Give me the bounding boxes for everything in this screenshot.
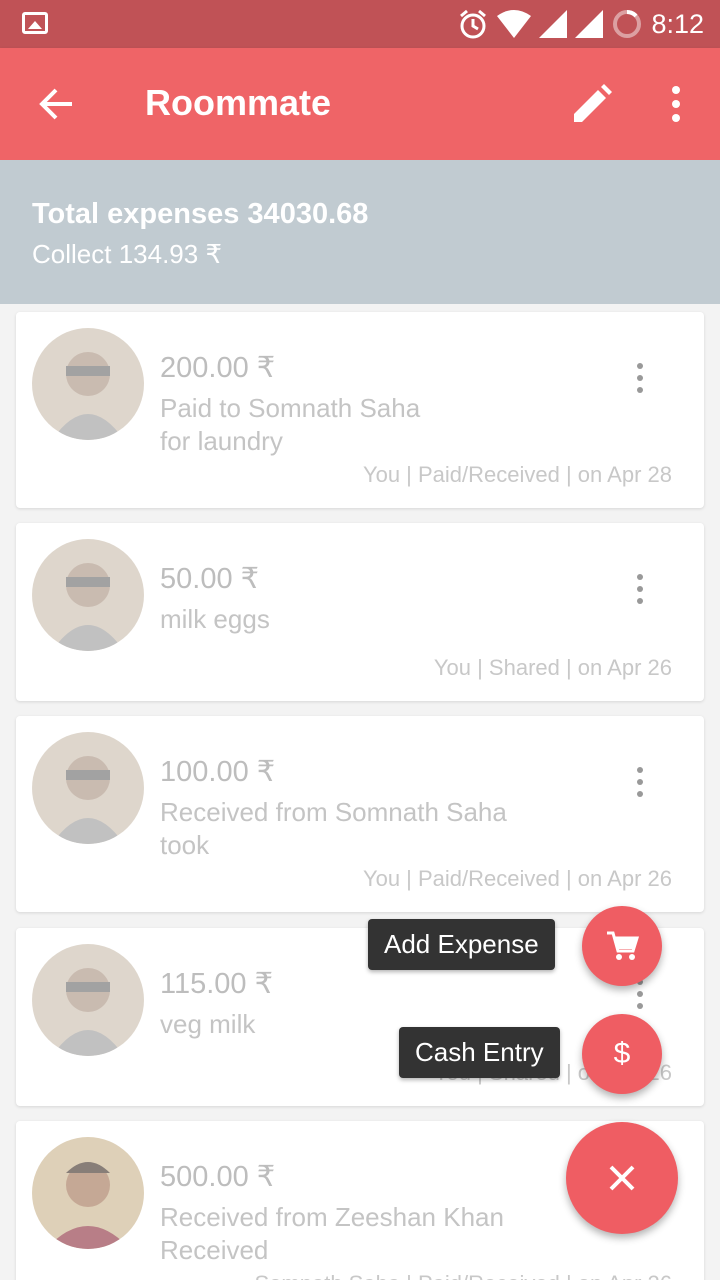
entry-description: Received from Zeeshan Khan Received	[160, 1201, 580, 1267]
expense-summary: Total expenses 34030.68 Collect 134.93 ₹	[0, 160, 720, 304]
signal-icon	[539, 10, 568, 38]
page-title: Roommate	[145, 82, 332, 123]
dollar-icon: $	[613, 1037, 631, 1070]
entry-description-line: Received	[160, 1235, 269, 1265]
app-bar: Roommate	[0, 48, 720, 160]
entry-description-line: took	[160, 830, 210, 860]
entry-description-line: Paid to Somnath Saha	[160, 393, 421, 423]
back-arrow-icon[interactable]	[36, 84, 76, 124]
entry-menu-icon[interactable]	[628, 571, 652, 607]
status-bar: 8:12	[0, 0, 720, 48]
entry-amount: 200.00 ₹	[160, 352, 276, 384]
entry-description: Paid to Somnath Saha for laundry	[160, 392, 580, 458]
avatar	[32, 1137, 144, 1249]
close-fab-button[interactable]	[566, 1122, 678, 1234]
add-expense-label[interactable]: Add Expense	[368, 919, 555, 970]
entry-meta: You | Paid/Received | on Apr 26	[362, 866, 672, 891]
edit-pencil-icon[interactable]	[572, 84, 612, 124]
avatar	[32, 732, 144, 844]
entry-description: milk eggs	[160, 603, 580, 636]
entry-amount: 115.00 ₹	[160, 968, 274, 1000]
overflow-menu-icon[interactable]	[660, 84, 692, 124]
entry-description-line: Received from Somnath Saha	[160, 797, 507, 827]
entry-description-line: Received from Zeeshan Khan	[160, 1202, 504, 1232]
cash-entry-label[interactable]: Cash Entry	[399, 1027, 560, 1078]
entry-meta: Somnath Saha | Paid/Received | on Apr 26	[255, 1271, 672, 1280]
entry-amount: 100.00 ₹	[160, 756, 276, 788]
status-icons: 8:12	[457, 6, 704, 42]
expense-card[interactable]: 50.00 ₹ milk eggs You | Shared | on Apr …	[16, 523, 704, 701]
image-notification-icon	[22, 12, 48, 34]
clock-time: 8:12	[651, 8, 704, 39]
entry-amount: 50.00 ₹	[160, 563, 260, 595]
wifi-icon	[497, 10, 532, 38]
collect-amount: Collect 134.93 ₹	[32, 239, 222, 269]
close-icon	[609, 1165, 635, 1191]
avatar	[32, 539, 144, 651]
avatar	[32, 944, 144, 1056]
entry-description-line: milk eggs	[160, 604, 270, 634]
avatar	[32, 328, 144, 440]
add-expense-button[interactable]	[582, 906, 662, 986]
entry-menu-icon[interactable]	[628, 764, 652, 800]
cart-icon	[607, 931, 639, 960]
entry-meta: You | Shared | on Apr 26	[433, 655, 672, 680]
entry-amount: 500.00 ₹	[160, 1161, 276, 1193]
entry-meta: You | Paid/Received | on Apr 28	[362, 462, 672, 487]
battery-icon	[613, 9, 642, 38]
total-expenses: Total expenses 34030.68	[32, 198, 369, 230]
alarm-icon	[460, 9, 487, 39]
signal-icon-2	[575, 10, 604, 38]
expense-card[interactable]: 200.00 ₹ Paid to Somnath Saha for laundr…	[16, 312, 704, 508]
entry-description: Received from Somnath Saha took	[160, 796, 580, 862]
cash-entry-button[interactable]: $	[582, 1014, 662, 1094]
expense-card[interactable]: 100.00 ₹ Received from Somnath Saha took…	[16, 716, 704, 912]
entry-menu-icon[interactable]	[628, 360, 652, 396]
entry-description-line: for laundry	[160, 426, 283, 456]
